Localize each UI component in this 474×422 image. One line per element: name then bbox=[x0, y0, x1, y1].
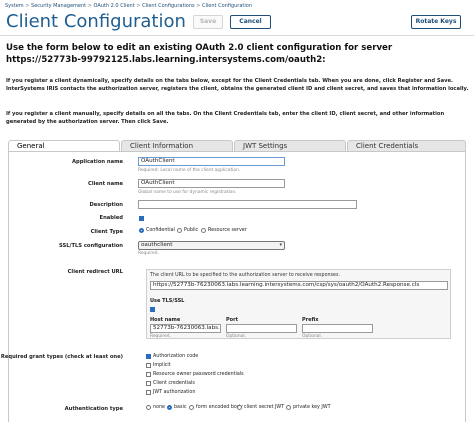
manual-registration-note: If you register a client manually, speci… bbox=[6, 111, 445, 125]
redirect-url-label: Client redirect URL bbox=[67, 269, 123, 275]
client-name-label: Client name bbox=[88, 181, 123, 187]
breadcrumb: System > Security Management > OAuth 2.0… bbox=[5, 3, 252, 9]
enabled-label: Enabled bbox=[99, 215, 123, 221]
grant-jwt-authorization-label: JWT authorization bbox=[153, 390, 196, 395]
prefix-label: Prefix bbox=[302, 317, 319, 323]
client-type-confidential-label: Confidential bbox=[146, 228, 175, 233]
grant-client-credentials-checkbox[interactable] bbox=[146, 381, 151, 386]
tab-bar: General Client Information JWT Settings … bbox=[8, 140, 466, 152]
tab-client-credentials[interactable]: Client Credentials bbox=[347, 140, 466, 151]
application-name-label: Application name bbox=[71, 159, 123, 165]
general-panel: Application name OAuthClient Required. L… bbox=[1, 151, 466, 422]
prefix-hint: Optional. bbox=[302, 334, 322, 339]
tab-client-information[interactable]: Client Information bbox=[121, 140, 233, 151]
redirect-url-value: https://52773b-76230063.labs.learning.in… bbox=[150, 281, 448, 290]
client-type-public-label: Public bbox=[184, 228, 199, 233]
description-input[interactable] bbox=[138, 200, 357, 209]
host-name-input[interactable]: 52773b-76230063.labs.le bbox=[150, 324, 221, 333]
host-name-label: Host name bbox=[150, 317, 181, 323]
description-label: Description bbox=[89, 202, 123, 208]
grant-password-label: Resource owner password credentials bbox=[153, 372, 244, 377]
grant-implicit-checkbox[interactable] bbox=[146, 363, 151, 368]
auth-type-private-key-jwt-label: private key JWT bbox=[293, 405, 331, 410]
grant-password-checkbox[interactable] bbox=[146, 372, 151, 377]
grant-implicit-label: Implicit bbox=[153, 363, 171, 368]
client-type-public-radio[interactable] bbox=[177, 228, 182, 233]
host-name-hint: Required. bbox=[150, 334, 171, 339]
client-type-label: Client Type bbox=[90, 229, 123, 235]
auth-type-private-key-jwt-radio[interactable] bbox=[286, 405, 291, 410]
ssl-config-label: SSL/TLS configuration bbox=[59, 243, 123, 249]
client-name-hint: Global name to use for dynamic registrat… bbox=[138, 190, 237, 195]
auth-type-client-secret-jwt-radio[interactable] bbox=[237, 405, 242, 410]
auth-type-form-encoded-label: form encoded body bbox=[196, 405, 243, 410]
breadcrumb-client-configurations[interactable]: Client Configurations bbox=[142, 3, 195, 9]
ssl-config-hint: Required. bbox=[138, 251, 159, 256]
grant-authorization-code-checkbox[interactable] bbox=[146, 354, 151, 359]
auth-type-client-secret-jwt-label: client secret JWT bbox=[244, 405, 285, 410]
ssl-config-value: oauthclient bbox=[141, 242, 173, 248]
auth-type-none-radio[interactable] bbox=[146, 405, 151, 410]
breadcrumb-separator: > bbox=[196, 3, 201, 9]
grant-jwt-authorization-checkbox[interactable] bbox=[146, 390, 151, 395]
client-type-confidential-radio[interactable] bbox=[139, 228, 144, 233]
use-tls-label: Use TLS/SSL bbox=[150, 298, 185, 304]
breadcrumb-client-configuration[interactable]: Client Configuration bbox=[202, 3, 252, 9]
auth-type-label: Authentication type bbox=[64, 406, 123, 412]
header-divider bbox=[0, 35, 474, 36]
intro-text: Use the form below to edit an existing O… bbox=[6, 43, 393, 65]
save-button[interactable]: Save bbox=[193, 15, 223, 29]
breadcrumb-separator: > bbox=[25, 3, 30, 9]
auth-type-basic-label: basic bbox=[174, 405, 187, 410]
redirect-url-description: The client URL to be specified to the au… bbox=[150, 273, 341, 278]
prefix-input[interactable] bbox=[302, 324, 373, 333]
auth-type-none-label: none bbox=[153, 405, 165, 410]
port-hint: Optional. bbox=[226, 334, 246, 339]
redirect-url-group: The client URL to be specified to the au… bbox=[146, 269, 451, 339]
port-label: Port bbox=[226, 317, 238, 323]
port-input[interactable] bbox=[226, 324, 297, 333]
page-title: Client Configuration bbox=[6, 11, 186, 32]
client-name-input[interactable]: OAuthClient bbox=[138, 179, 285, 188]
cancel-button[interactable]: Cancel bbox=[230, 15, 271, 29]
ssl-config-select[interactable]: oauthclient ▾ bbox=[138, 241, 285, 250]
client-type-resource-server-radio[interactable] bbox=[201, 228, 206, 233]
chevron-down-icon: ▾ bbox=[279, 242, 282, 248]
use-tls-checkbox[interactable] bbox=[150, 307, 155, 312]
breadcrumb-security-management[interactable]: Security Management bbox=[31, 3, 86, 9]
application-name-hint: Required. Local name of the client appli… bbox=[138, 168, 241, 173]
breadcrumb-separator: > bbox=[136, 3, 141, 9]
grant-client-credentials-label: Client credentials bbox=[153, 381, 195, 386]
grant-authorization-code-label: Authorization code bbox=[153, 354, 199, 359]
enabled-checkbox[interactable] bbox=[139, 216, 144, 221]
auth-type-basic-radio[interactable] bbox=[167, 405, 172, 410]
breadcrumb-separator: > bbox=[87, 3, 92, 9]
client-type-resource-server-label: Resource server bbox=[208, 228, 247, 233]
auth-type-form-encoded-radio[interactable] bbox=[189, 405, 194, 410]
application-name-input[interactable]: OAuthClient bbox=[138, 157, 285, 166]
dynamic-registration-note: If you register a client dynamically, sp… bbox=[6, 78, 469, 92]
rotate-keys-button[interactable]: Rotate Keys bbox=[411, 15, 461, 29]
tab-jwt-settings[interactable]: JWT Settings bbox=[234, 140, 346, 151]
breadcrumb-oauth-client[interactable]: OAuth 2.0 Client bbox=[94, 3, 135, 9]
breadcrumb-system[interactable]: System bbox=[5, 3, 24, 9]
grant-types-label: Required grant types (check at least one… bbox=[0, 354, 123, 360]
